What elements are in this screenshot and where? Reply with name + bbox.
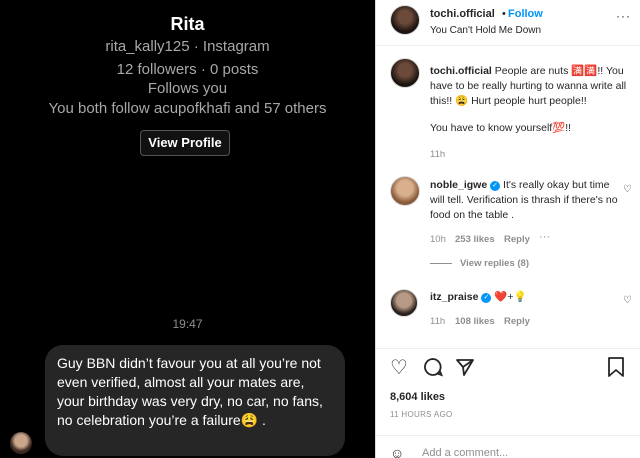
comment-username[interactable]: itz_praise [430, 291, 478, 303]
dm-profile-name: Rita [170, 14, 205, 34]
view-replies-button[interactable]: View replies (8) [430, 258, 529, 269]
dm-sender-avatar [10, 432, 32, 454]
comment-likes[interactable]: 253 likes [455, 234, 495, 245]
separator-dot: • [502, 8, 506, 20]
dm-mutual-followers: You both follow acupofkhafi and 57 other… [48, 100, 327, 117]
comment-time: 10h [430, 234, 446, 245]
share-icon[interactable] [455, 357, 475, 382]
comment-more-icon[interactable]: ··· [539, 231, 550, 243]
follow-button[interactable]: Follow [508, 8, 543, 20]
bookmark-icon[interactable] [607, 357, 625, 382]
dm-timestamp: 19:47 [172, 317, 203, 331]
caption-username[interactable]: tochi.official [430, 65, 492, 77]
add-comment-input[interactable]: Add a comment... [422, 447, 508, 458]
replies-divider [430, 262, 452, 264]
dm-panel: Rita rita_kally125 · Instagram 12 follow… [0, 0, 375, 458]
comment-text: itz_praise ✓ ❤️+💡 [430, 290, 527, 303]
emoji-icon[interactable]: ☺ [390, 445, 404, 458]
dm-profile-stats: 12 followers · 0 posts [116, 61, 259, 78]
dm-profile-handle: rita_kally125 · Instagram [105, 38, 270, 55]
post-panel: tochi.official • Follow You Can't Hold M… [375, 0, 640, 458]
dm-follows-you: Follows you [147, 80, 228, 97]
comment-body: ❤️+💡 [494, 291, 527, 303]
comment-likes[interactable]: 108 likes [455, 316, 495, 327]
comment-icon[interactable] [423, 357, 444, 382]
comment-reply[interactable]: Reply [504, 316, 530, 327]
post-actions-bar: ♡ [376, 348, 640, 388]
post-audio-title[interactable]: You Can't Hold Me Down [430, 25, 541, 36]
post-author-avatar[interactable] [390, 5, 420, 35]
verified-icon: ✓ [490, 181, 501, 191]
caption-body-2: You have to know yourself💯!! [430, 122, 572, 134]
post-header: tochi.official • Follow You Can't Hold M… [376, 0, 640, 46]
verified-icon: ✓ [481, 293, 492, 303]
more-icon[interactable]: ··· [616, 9, 631, 23]
caption-text: tochi.official People are nuts 🈵🈵!! You … [430, 64, 634, 109]
comment-like-heart-icon[interactable]: ♡ [623, 184, 632, 195]
post-timestamp: 11 HOURS AGO [390, 410, 453, 419]
heart-icon[interactable]: ♡ [390, 357, 408, 379]
comment-like-heart-icon[interactable]: ♡ [623, 295, 632, 306]
post-author-username[interactable]: tochi.official [430, 8, 495, 20]
caption-author-avatar[interactable] [390, 58, 420, 88]
add-comment-bar: ☺ Add a comment... [376, 435, 640, 458]
view-profile-button[interactable]: View Profile [140, 130, 230, 156]
view-replies-label: View replies (8) [460, 258, 529, 269]
comment-reply[interactable]: Reply [504, 234, 530, 245]
commenter-avatar[interactable] [390, 289, 418, 317]
commenter-avatar[interactable] [390, 176, 420, 206]
comment-text: noble_igwe ✓ It's really okay but time w… [430, 178, 620, 223]
comment-username[interactable]: noble_igwe [430, 179, 487, 191]
dm-message-bubble: Guy BBN didn’t favour you at all you’re … [45, 345, 345, 456]
likes-count[interactable]: 8,604 likes [390, 391, 445, 403]
comment-time: 11h [430, 316, 446, 327]
caption-time: 11h [430, 149, 446, 160]
